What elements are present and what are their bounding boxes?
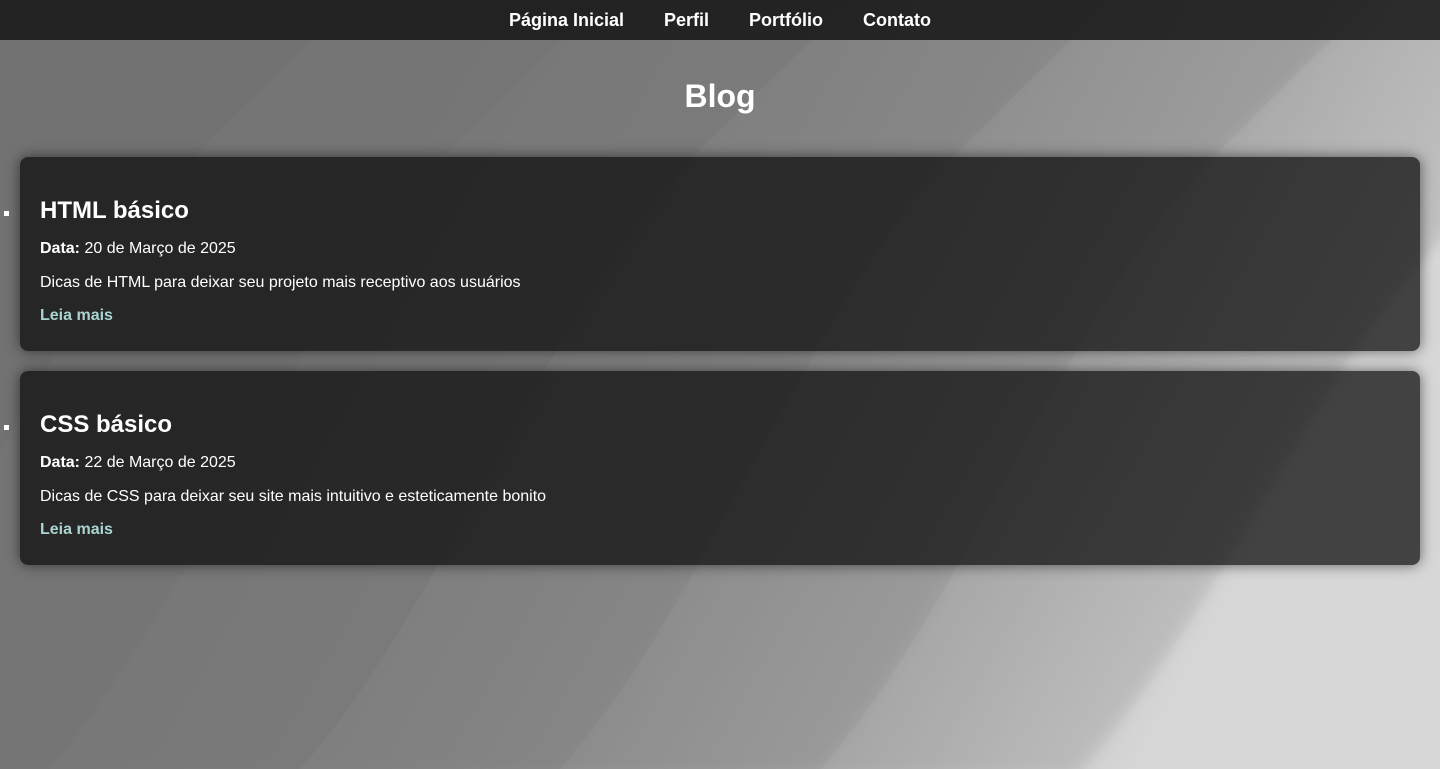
nav-link-home[interactable]: Página Inicial: [509, 10, 624, 31]
post-summary: Dicas de HTML para deixar seu projeto ma…: [40, 274, 521, 291]
nav-link-profile[interactable]: Perfil: [664, 10, 709, 31]
post-date-value: 20 de Março de 2025: [84, 240, 236, 257]
list-bullet: [4, 211, 9, 216]
page-title: Blog: [684, 78, 756, 114]
list-bullet: [4, 425, 9, 430]
nav-link-contact[interactable]: Contato: [863, 10, 931, 31]
post-date: Data: 20 de Março de 2025: [40, 239, 1400, 259]
post-list: HTML básico Data: 20 de Março de 2025 Di…: [0, 157, 1440, 585]
nav-link-portfolio[interactable]: Portfólio: [749, 10, 823, 31]
top-nav: Página Inicial Perfil Portfólio Contato: [0, 0, 1440, 40]
post-date-value: 22 de Março de 2025: [84, 454, 236, 471]
post-card: HTML básico Data: 20 de Março de 2025 Di…: [4, 157, 1420, 351]
post-title: CSS básico: [40, 411, 173, 438]
post-summary: Dicas de CSS para deixar seu site mais i…: [40, 488, 547, 505]
post-card: CSS básico Data: 22 de Março de 2025 Dic…: [4, 371, 1420, 565]
read-more-link[interactable]: Leia mais: [40, 521, 113, 538]
read-more-link[interactable]: Leia mais: [40, 307, 113, 324]
post-date-label: Data:: [40, 240, 81, 257]
post-title: HTML básico: [40, 197, 189, 224]
post-date-label: Data:: [40, 454, 81, 471]
post-date: Data: 22 de Março de 2025: [40, 453, 1400, 473]
